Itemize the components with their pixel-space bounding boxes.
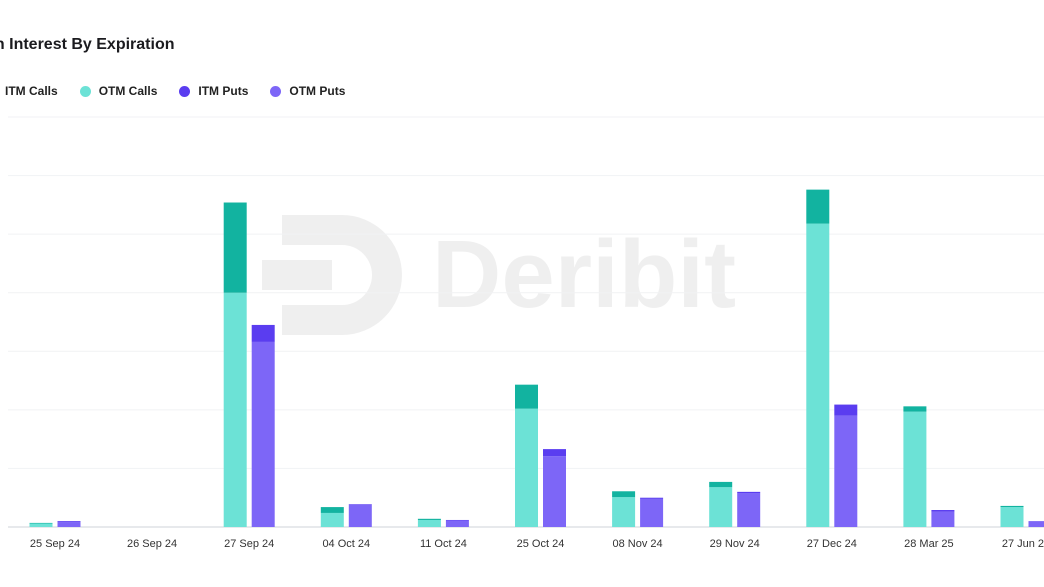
bar-otm-puts[interactable] [445, 520, 469, 527]
bar-itm-calls[interactable] [1000, 505, 1024, 508]
bar-itm-puts[interactable] [1028, 521, 1044, 522]
bar-otm-puts[interactable] [543, 456, 566, 527]
bar-otm-puts[interactable] [834, 415, 858, 527]
bar-itm-calls[interactable] [709, 481, 733, 488]
bar-itm-calls[interactable] [29, 522, 53, 524]
bar-otm-calls[interactable] [223, 292, 247, 527]
bar-itm-puts[interactable] [445, 519, 469, 521]
x-tick-label: 08 Nov 24 [613, 538, 663, 550]
bar-otm-puts[interactable] [1028, 521, 1044, 527]
bar-itm-puts[interactable] [737, 491, 761, 494]
bar-itm-calls[interactable] [223, 202, 247, 293]
bar-otm-calls[interactable] [806, 223, 830, 527]
bar-itm-puts[interactable] [834, 404, 858, 416]
bar-otm-puts[interactable] [640, 498, 664, 527]
x-tick-label: 26 Sep 24 [127, 538, 177, 550]
x-tick-label: 25 Oct 24 [517, 538, 565, 550]
bar-otm-puts[interactable] [348, 504, 372, 527]
bar-otm-calls[interactable] [29, 523, 53, 527]
bar-otm-puts[interactable] [57, 522, 81, 527]
bar-itm-puts[interactable] [640, 497, 664, 499]
bar-itm-calls[interactable] [320, 507, 344, 513]
x-tick-label: 25 Sep 24 [30, 538, 80, 550]
bar-otm-calls[interactable] [903, 411, 927, 527]
bar-otm-calls[interactable] [320, 512, 344, 527]
bar-itm-puts[interactable] [251, 324, 275, 342]
x-tick-label: 11 Oct 24 [420, 538, 467, 550]
bar-itm-calls[interactable] [806, 189, 830, 224]
bar-otm-calls[interactable] [417, 519, 441, 527]
x-tick-label: 27 Dec 24 [807, 538, 857, 550]
bar-itm-puts[interactable] [348, 504, 372, 505]
bar-otm-puts[interactable] [737, 493, 761, 527]
bar-chart: 25 Sep 24 26 Sep 24 27 Sep 24 04 Oct 24 11 O… [8, 116, 1044, 550]
bar-itm-puts[interactable] [931, 510, 955, 512]
x-tick-label: 04 Oct 24 [322, 538, 370, 550]
bar-itm-calls[interactable] [903, 406, 927, 412]
bar-otm-calls[interactable] [709, 487, 733, 527]
bar-otm-calls[interactable] [1000, 507, 1024, 527]
bar-itm-puts[interactable] [57, 521, 81, 523]
bar-otm-calls[interactable] [612, 497, 636, 527]
x-tick-label: 28 Mar 25 [904, 538, 954, 550]
bar-itm-calls[interactable] [417, 518, 441, 520]
x-tick-label: 27 Sep 24 [224, 538, 274, 550]
x-tick-label: 29 Nov 24 [710, 538, 760, 550]
bar-itm-puts[interactable] [543, 449, 566, 457]
bar-itm-calls[interactable] [612, 491, 636, 498]
bar-itm-calls[interactable] [515, 384, 538, 409]
bar-otm-puts[interactable] [931, 511, 955, 527]
bar-otm-puts[interactable] [251, 341, 275, 527]
x-tick-label: 27 Jun 25 [1002, 538, 1044, 550]
bar-otm-calls[interactable] [515, 408, 538, 527]
